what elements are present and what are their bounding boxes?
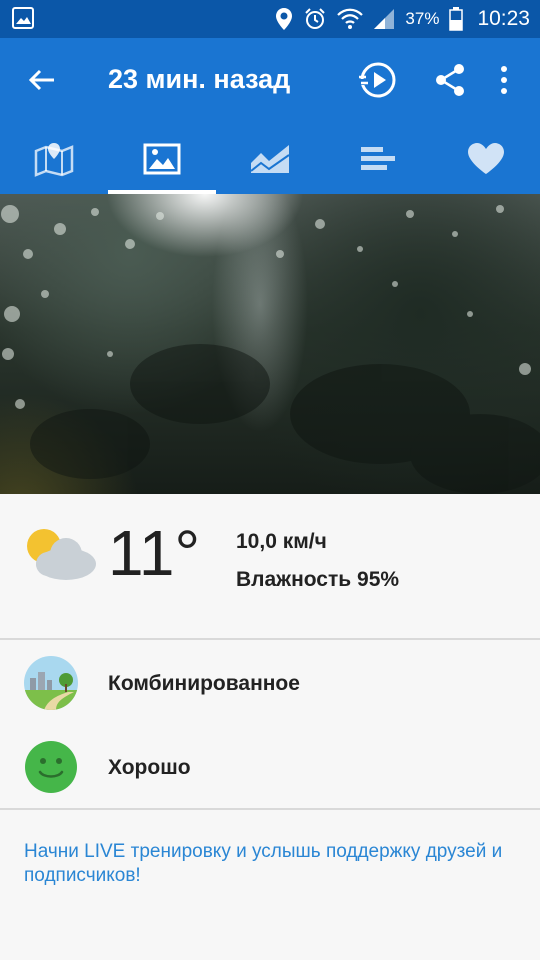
- mood-row: Хорошо: [0, 726, 540, 806]
- humidity: Влажность 95%: [236, 568, 400, 591]
- heart-icon: [468, 143, 504, 174]
- mood-label: Хорошо: [108, 756, 191, 779]
- foliage-overlay: [1, 205, 540, 494]
- partly-cloudy-icon: [27, 529, 96, 580]
- back-arrow-icon[interactable]: [26, 64, 58, 96]
- map-icon: [34, 143, 74, 177]
- location-icon: [276, 8, 293, 30]
- gallery-icon: [12, 7, 34, 29]
- replay-icon[interactable]: [358, 60, 398, 100]
- smiley-icon: [25, 741, 77, 793]
- temperature: 11°: [108, 517, 201, 589]
- tab-bar: [0, 124, 540, 194]
- app-bar: 23 мин. назад: [0, 38, 540, 124]
- battery-percent: 37%: [405, 9, 440, 28]
- tab-map[interactable]: [0, 124, 108, 194]
- page-title: 23 мин. назад: [108, 64, 291, 94]
- status-bar: 37% 10:23: [0, 0, 540, 38]
- clock: 10:23: [477, 7, 530, 30]
- image-icon: [143, 143, 181, 175]
- divider: [0, 808, 540, 810]
- workout-photo[interactable]: [0, 194, 540, 494]
- divider: [0, 638, 540, 640]
- more-vert-icon[interactable]: [492, 64, 516, 96]
- alarm-icon: [305, 8, 326, 29]
- bars-icon: [361, 147, 395, 170]
- tab-photo[interactable]: [108, 124, 216, 194]
- area-chart-icon: [250, 145, 290, 173]
- wind-speed: 10,0 км/ч: [236, 530, 327, 553]
- tab-chart[interactable]: [216, 124, 324, 194]
- surface-row: Комбинированное: [0, 642, 540, 722]
- live-training-link[interactable]: Начни LIVE тренировку и услышь поддержку…: [24, 840, 504, 888]
- landscape-icon: [24, 656, 78, 710]
- share-icon[interactable]: [432, 62, 468, 98]
- surface-label: Комбинированное: [108, 672, 300, 695]
- tab-laps[interactable]: [324, 124, 432, 194]
- wifi-icon: [337, 8, 364, 29]
- battery-icon: [449, 7, 464, 31]
- tab-like[interactable]: [432, 124, 540, 194]
- weather-section: 11° 10,0 км/ч Влажность 95%: [0, 494, 540, 638]
- signal-icon: [374, 9, 395, 29]
